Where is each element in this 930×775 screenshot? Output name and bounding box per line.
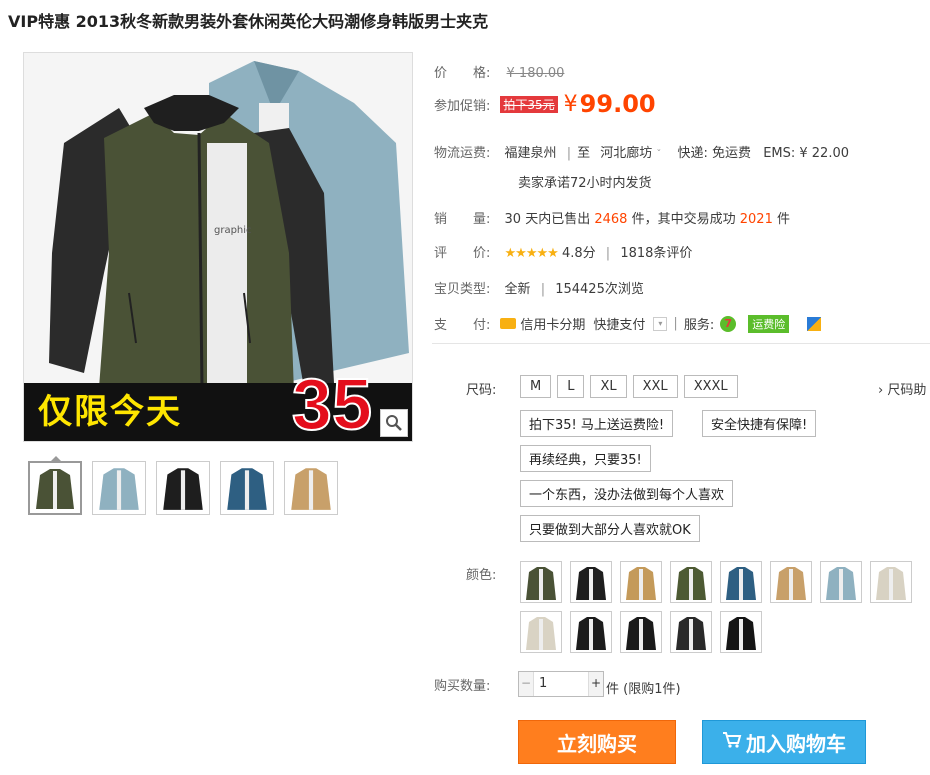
ship-from: 福建泉州: [504, 146, 557, 161]
rating-stars: ★★★★★: [504, 246, 559, 261]
ship-to-select[interactable]: 河北廊坊: [600, 146, 652, 161]
promo-tag: 拍下35元: [500, 95, 558, 113]
thumbnail-khaki-jacket[interactable]: [284, 461, 338, 515]
quantity-increase-button[interactable]: +: [588, 672, 603, 696]
thumbnail-black-jacket[interactable]: [156, 461, 210, 515]
color-swatch-9[interactable]: [520, 611, 562, 653]
color-label: 颜色:: [466, 568, 497, 583]
sales-unit: 件: [776, 212, 790, 227]
color-swatch-7[interactable]: [820, 561, 862, 603]
quantity-stepper: − 1 +: [518, 671, 604, 697]
rating-score: 4.8分: [561, 246, 596, 261]
currency-symbol: ¥: [563, 91, 578, 117]
service-label: 服务:: [683, 318, 715, 333]
option-1[interactable]: 拍下35! 马上送运费险!: [520, 410, 674, 437]
size-option-xxl[interactable]: XXL: [632, 375, 678, 398]
thumbnail-green-jacket[interactable]: [28, 456, 82, 515]
promo-label: 参加促销:: [434, 98, 491, 114]
option-2[interactable]: 安全快捷有保障!: [702, 410, 817, 437]
color-swatch-10[interactable]: [570, 611, 612, 653]
buy-now-button[interactable]: 立刻购买: [518, 720, 676, 764]
size-option-xxxl[interactable]: XXXL: [683, 375, 738, 398]
quantity-decrease-button[interactable]: −: [519, 672, 534, 696]
product-main-image[interactable]: graphic 仅限今天 35: [23, 52, 413, 442]
zoom-icon[interactable]: [380, 409, 408, 437]
color-swatch-8[interactable]: [870, 561, 912, 603]
express-fee: 快递: 免运费: [677, 146, 752, 161]
promo-banner-number: 35: [291, 365, 373, 442]
chevron-down-icon[interactable]: ˇ: [656, 149, 661, 160]
sales-label: 销 量:: [434, 212, 491, 227]
size-option-m[interactable]: M: [520, 375, 552, 398]
color-swatch-11[interactable]: [620, 611, 662, 653]
seven-day-return-icon: 7: [720, 315, 737, 332]
color-swatch-13[interactable]: [720, 611, 762, 653]
original-price: ¥ 180.00: [506, 66, 565, 81]
success-count: 2021: [739, 212, 773, 227]
payment-label: 支 付:: [434, 318, 491, 333]
sales-text-2: 件，其中交易成功: [631, 212, 736, 227]
add-to-cart-button[interactable]: 加入购物车: [702, 720, 866, 764]
size-chart-link[interactable]: › 尺码助: [878, 379, 926, 398]
price-label: 价 格:: [434, 66, 491, 81]
cart-icon: [722, 730, 742, 754]
type-label: 宝贝类型:: [434, 282, 491, 297]
option-4[interactable]: 一个东西，没办法做到每个人喜欢: [520, 480, 734, 507]
ship-promise: 卖家承诺72小时内发货: [518, 176, 652, 191]
condition: 全新: [504, 282, 531, 297]
guarantee-icon: [807, 316, 822, 331]
divider: [432, 343, 930, 344]
quick-pay[interactable]: 快捷支付: [593, 314, 645, 333]
add-to-cart-label: 加入购物车: [746, 731, 846, 756]
color-swatch-12[interactable]: [670, 611, 712, 653]
credit-installment[interactable]: 信用卡分期: [520, 314, 585, 333]
credit-card-icon: [500, 318, 517, 329]
color-swatch-3[interactable]: [620, 561, 662, 603]
thumbnail-navy-jacket[interactable]: [220, 461, 274, 515]
color-swatch-1[interactable]: [520, 561, 562, 603]
quantity-unit: 件 (限购1件): [606, 682, 681, 697]
quantity-label: 购买数量:: [434, 679, 491, 694]
size-option-xl[interactable]: XL: [590, 375, 627, 398]
shipping-label: 物流运费:: [434, 146, 491, 161]
ship-to-word: 至: [577, 146, 591, 161]
review-count-link[interactable]: 1818条评价: [620, 246, 692, 261]
sales-text: 30 天内已售出: [504, 212, 591, 227]
ems-fee: EMS: ¥ 22.00: [763, 146, 850, 161]
thumbnail-blue-jacket[interactable]: [92, 461, 146, 515]
product-title: VIP特惠 2013秋冬新款男装外套休闲英伦大码潮修身韩版男士夹克: [8, 12, 489, 31]
shipping-insurance-badge: 运费险: [748, 314, 790, 333]
dropdown-icon[interactable]: ▾: [653, 316, 668, 331]
rating-label: 评 价:: [434, 246, 491, 261]
size-options: M L XL XXL XXXL: [520, 375, 744, 398]
color-swatch-4[interactable]: [670, 561, 712, 603]
current-price: 99.00: [579, 90, 656, 118]
option-5[interactable]: 只要做到大部分人喜欢就OK: [520, 515, 700, 542]
svg-text:graphic: graphic: [214, 225, 252, 236]
thumbnail-strip: [28, 456, 338, 515]
sold-count: 2468: [594, 212, 628, 227]
promo-banner-text: 仅限今天: [38, 392, 182, 432]
size-option-l[interactable]: L: [557, 375, 585, 398]
quantity-input[interactable]: 1: [539, 676, 547, 691]
view-count: 154425次浏览: [555, 282, 644, 297]
color-swatch-5[interactable]: [720, 561, 762, 603]
color-swatch-2[interactable]: [570, 561, 612, 603]
color-swatch-6[interactable]: [770, 561, 812, 603]
option-3[interactable]: 再续经典，只要35!: [520, 445, 651, 472]
size-label: 尺码:: [466, 383, 497, 398]
